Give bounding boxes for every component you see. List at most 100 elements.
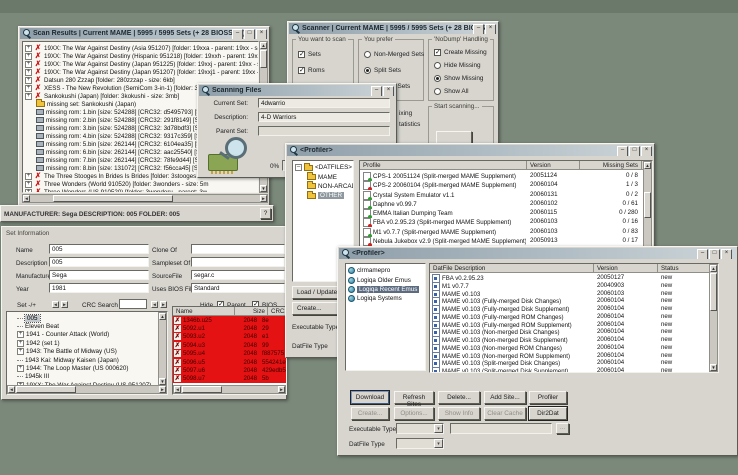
help-button[interactable]: ?: [260, 208, 271, 219]
expand-icon[interactable]: +: [17, 331, 24, 338]
datfile-row[interactable]: MAME v0.103 (Non-merged ROM Supplement)2…: [430, 352, 708, 360]
rom-col-name[interactable]: Name: [173, 307, 235, 316]
profile-row[interactable]: Crystal System Emulator v1.1200601310 / …: [360, 190, 642, 199]
datfile-row[interactable]: MAME v0.10320060103new: [430, 290, 708, 298]
datfile-row[interactable]: MAME v0.103 (Fully-merged ROM Supplement…: [430, 321, 708, 329]
expand-icon[interactable]: +: [25, 53, 32, 60]
browse-button[interactable]: ...: [556, 423, 569, 434]
col-version[interactable]: Version: [527, 161, 580, 170]
expand-icon[interactable]: +: [25, 93, 32, 100]
datfile-row[interactable]: MAME v0.103 (Fully-merged ROM Changes)20…: [430, 313, 708, 321]
rom-row[interactable]: ✗5093.u22048e1: [173, 333, 286, 341]
web-profiler-titlebar[interactable]: <Profiler> –□×: [339, 248, 736, 259]
col-missing-sets[interactable]: Missing Sets: [580, 161, 642, 170]
set-tree-vscrollbar[interactable]: ▲▼: [158, 312, 167, 386]
rom-row[interactable]: ✗1346b.u2520488e: [173, 316, 286, 324]
scan-result-row[interactable]: +✗Three Wonders (US 910520) [folder: 3wo…: [23, 188, 258, 193]
expand-icon[interactable]: +: [17, 348, 24, 355]
scanner-option-sets[interactable]: Sets: [293, 46, 353, 62]
expand-icon[interactable]: +: [25, 181, 32, 188]
rom-row[interactable]: ✗5094.u3204899: [173, 341, 286, 349]
scanner-option-show-missing[interactable]: Show Missing: [429, 72, 493, 85]
expand-icon[interactable]: +: [25, 85, 32, 92]
datfile-row[interactable]: MAME v0.103 (Non-merged Disk Supplement)…: [430, 336, 708, 344]
scan-result-row[interactable]: +✗19XX: The War Against Destiny (Japan 9…: [23, 60, 258, 68]
datfile-row[interactable]: MAME v0.103 (Split-merged Disk Supplemen…: [430, 367, 708, 372]
profiler-tree-item-mame[interactable]: MAME: [293, 172, 353, 181]
profile-row[interactable]: CPS-2 20060104 (Split-merged MAME Supple…: [360, 180, 642, 189]
profile-row[interactable]: FBA v0.2.95.23 (Split-merged MAME Supple…: [360, 217, 642, 226]
scanner-titlebar[interactable]: Scanner | Current MAME | 5995 / 5995 Set…: [289, 23, 497, 34]
rom-row[interactable]: ✗5092.u1204829: [173, 324, 286, 332]
rom-col-size[interactable]: Size: [235, 307, 268, 316]
rom-row[interactable]: ✗5097.u62048429edb54: [173, 366, 286, 374]
rom-row[interactable]: ✗5096.u52048554241e: [173, 358, 286, 366]
set-tree-item-1942-set-1[interactable]: +1942 (set 1): [7, 339, 167, 347]
profile-row[interactable]: Daphne v0.99.7200601020 / 61: [360, 199, 642, 208]
scanner-option-non-merged-sets[interactable]: Non-Merged Sets: [359, 46, 423, 62]
set-prev-button[interactable]: ◄: [52, 301, 59, 308]
refresh-sites-button[interactable]: Refresh Sites: [394, 391, 434, 404]
datfiles-vscrollbar[interactable]: ▲▼: [709, 264, 718, 372]
profile-row[interactable]: CPS-1 20051124 (Split-merged MAME Supple…: [360, 171, 642, 180]
scanner-option-split-sets[interactable]: Split Sets: [359, 62, 423, 78]
scan-results-titlebar[interactable]: Scan Results | Current MAME | 5995 / 599…: [20, 28, 268, 39]
profiler-tree-item-datfiles[interactable]: –<DATFILES>: [293, 163, 353, 172]
scan-result-row[interactable]: +✗Three Wonders (World 910520) [folder: …: [23, 180, 258, 188]
maximize-button[interactable]: □: [244, 29, 255, 39]
datfile-row[interactable]: MAME v0.103 (Fully-merged Disk Supplemen…: [430, 305, 708, 313]
set-tree-item-1945k-iii[interactable]: 1945k III: [7, 373, 167, 381]
minimize-button[interactable]: –: [697, 249, 708, 259]
set-tree-item-005[interactable]: 005: [7, 314, 167, 322]
profiler-button[interactable]: Profiler: [529, 391, 567, 404]
dir2dat-button[interactable]: Dir2Dat: [529, 407, 567, 420]
collapse-icon[interactable]: –: [295, 164, 302, 171]
datfile-row[interactable]: FBA v0.2.95.2320050127new: [430, 274, 708, 282]
maximize-button[interactable]: □: [629, 146, 640, 156]
close-button[interactable]: ×: [256, 29, 267, 39]
add-site-button[interactable]: Add Site...: [484, 391, 526, 404]
expand-icon[interactable]: +: [25, 189, 32, 194]
site-item-clrmamepro[interactable]: clrmamepro: [346, 266, 425, 275]
site-item-logiqa-systems[interactable]: Logiqa Systems: [346, 294, 425, 303]
delete-button[interactable]: Delete...: [438, 391, 480, 404]
executable-path-field[interactable]: [450, 423, 552, 434]
executable-type-select[interactable]: ▾: [396, 423, 444, 434]
options-button[interactable]: Options...: [394, 407, 434, 420]
site-item-logiqa-recent-emus[interactable]: Logiqa Recent Emus: [346, 285, 425, 294]
expand-icon[interactable]: +: [17, 340, 24, 347]
col-version[interactable]: Version: [594, 264, 658, 273]
clear-cache-button[interactable]: Clear Cache: [484, 407, 526, 420]
rom-row[interactable]: ✗5098.u720485b: [173, 375, 286, 383]
minimize-button[interactable]: –: [232, 29, 243, 39]
maximize-button[interactable]: □: [709, 249, 720, 259]
download-button[interactable]: Download: [351, 391, 389, 404]
datfile-row[interactable]: MAME v0.103 (Non-merged Disk Changes)200…: [430, 328, 708, 336]
create-button[interactable]: Create...: [351, 407, 389, 420]
close-button[interactable]: ×: [485, 24, 496, 34]
datfile-row[interactable]: MAME v0.103 (Fully-merged Disk Changes)2…: [430, 297, 708, 305]
close-button[interactable]: ×: [641, 146, 652, 156]
expand-icon[interactable]: +: [25, 45, 32, 52]
scan-result-row[interactable]: +✗19XX: The War Against Destiny (Japan 9…: [23, 68, 258, 76]
scan-result-row[interactable]: +✗19XX: The War Against Destiny (Hispani…: [23, 52, 258, 60]
profile-row[interactable]: M1 v0.7.7 (Split-merged MAME Supplement)…: [360, 227, 642, 236]
rom-row[interactable]: ✗5095.u42048f887575: [173, 350, 286, 358]
scan-result-row[interactable]: +✗19XX: The War Against Destiny (Asia 95…: [23, 44, 258, 52]
datfile-row[interactable]: MAME v0.103 (Split-merged Disk Changes)2…: [430, 359, 708, 367]
show-info-button[interactable]: Show Info: [438, 407, 480, 420]
scanner-option-create-missing[interactable]: Create Missing: [429, 46, 493, 59]
site-item-logiqa-older-emus[interactable]: Logiqa Older Emus: [346, 275, 425, 284]
scanner-option-hide-missing[interactable]: Hide Missing: [429, 59, 493, 72]
rom-list-hscrollbar[interactable]: ◄►: [173, 385, 286, 394]
col-status[interactable]: Status: [658, 264, 710, 273]
col-profile[interactable]: Profile: [360, 161, 527, 170]
datfile-row[interactable]: M1 v0.7.720040903new: [430, 282, 708, 290]
close-button[interactable]: ×: [721, 249, 732, 259]
expand-icon[interactable]: +: [25, 69, 32, 76]
datfile-type-select[interactable]: ▾: [396, 438, 444, 449]
set-tree-item-1943-the-battle-of-midway-us[interactable]: +1943: The Battle of Midway (US): [7, 348, 167, 356]
crc-next-button[interactable]: ►: [160, 301, 167, 308]
col-datfile-description[interactable]: DatFile Description: [430, 264, 594, 273]
scanner-option-show-all[interactable]: Show All: [429, 85, 493, 98]
